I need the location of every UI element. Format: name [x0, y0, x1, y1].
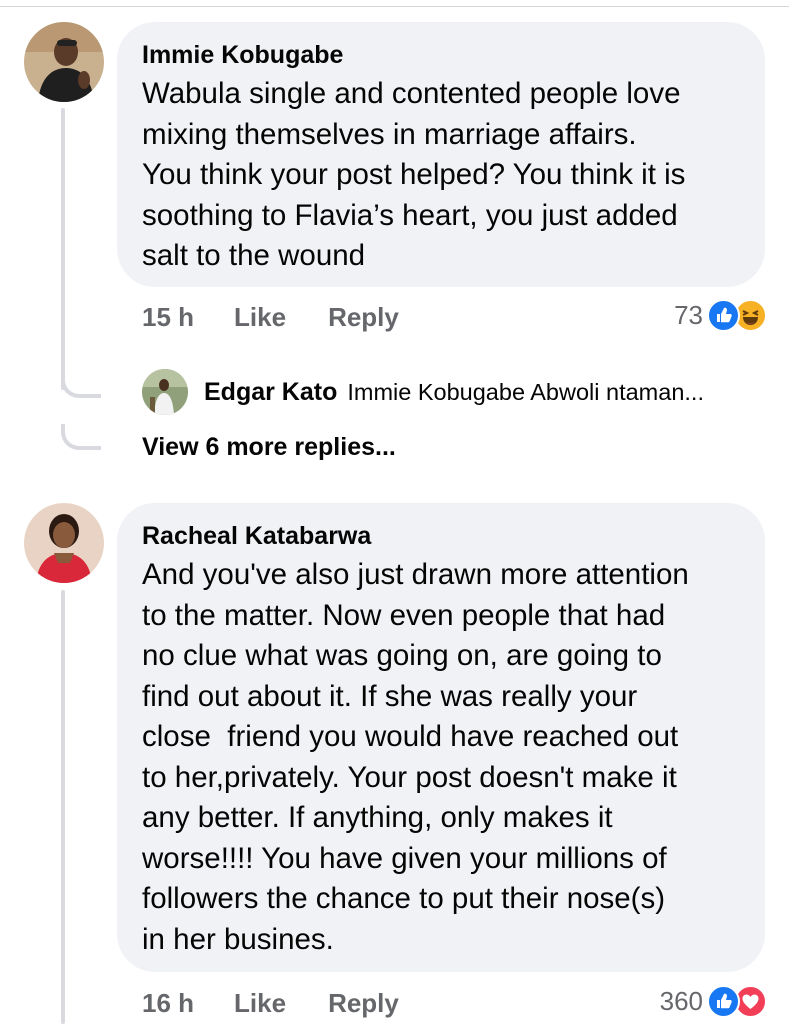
reaction-count: 73 — [674, 299, 703, 330]
comment-bubble: Racheal Katabarwa And you've also just d… — [117, 503, 765, 972]
like-button[interactable]: Like — [234, 988, 286, 1019]
view-more-replies-link[interactable]: View 6 more replies... — [142, 433, 396, 462]
thread-line — [61, 108, 65, 390]
reactions-summary[interactable]: 360 — [660, 983, 767, 1019]
comment-author[interactable]: Racheal Katabarwa — [142, 521, 741, 551]
reply-button[interactable]: Reply — [328, 988, 399, 1019]
comment-time[interactable]: 16 h — [142, 988, 194, 1019]
reactions-summary[interactable]: 73 — [674, 297, 767, 333]
avatar[interactable] — [24, 503, 104, 583]
reaction-count: 360 — [659, 985, 703, 1016]
reply-text: Immie Kobugabe Abwoli ntaman... — [347, 378, 704, 405]
comment-bubble: Immie Kobugabe Wabula single and content… — [117, 22, 765, 287]
comment-text: Wabula single and contented people love … — [142, 77, 686, 272]
thread-elbow — [61, 424, 101, 450]
comment-text: And you've also just drawn more attentio… — [142, 558, 689, 956]
comment-actions: 15 h Like Reply — [142, 299, 399, 335]
comment-author[interactable]: Immie Kobugabe — [142, 40, 741, 70]
reply-avatar[interactable] — [142, 369, 188, 415]
comment-time[interactable]: 15 h — [142, 302, 194, 333]
reply-preview[interactable]: Edgar Kato Immie Kobugabe Abwoli ntaman.… — [142, 369, 704, 415]
avatar[interactable] — [24, 22, 104, 102]
thread-elbow — [61, 374, 101, 398]
like-button[interactable]: Like — [234, 302, 286, 333]
reply-button[interactable]: Reply — [328, 302, 399, 333]
comment-actions: 16 h Like Reply — [142, 985, 399, 1021]
like-icon — [707, 984, 740, 1018]
thread-line — [61, 590, 65, 1024]
top-divider — [0, 6, 789, 7]
reply-author[interactable]: Edgar Kato — [204, 378, 337, 407]
like-icon — [707, 298, 740, 332]
